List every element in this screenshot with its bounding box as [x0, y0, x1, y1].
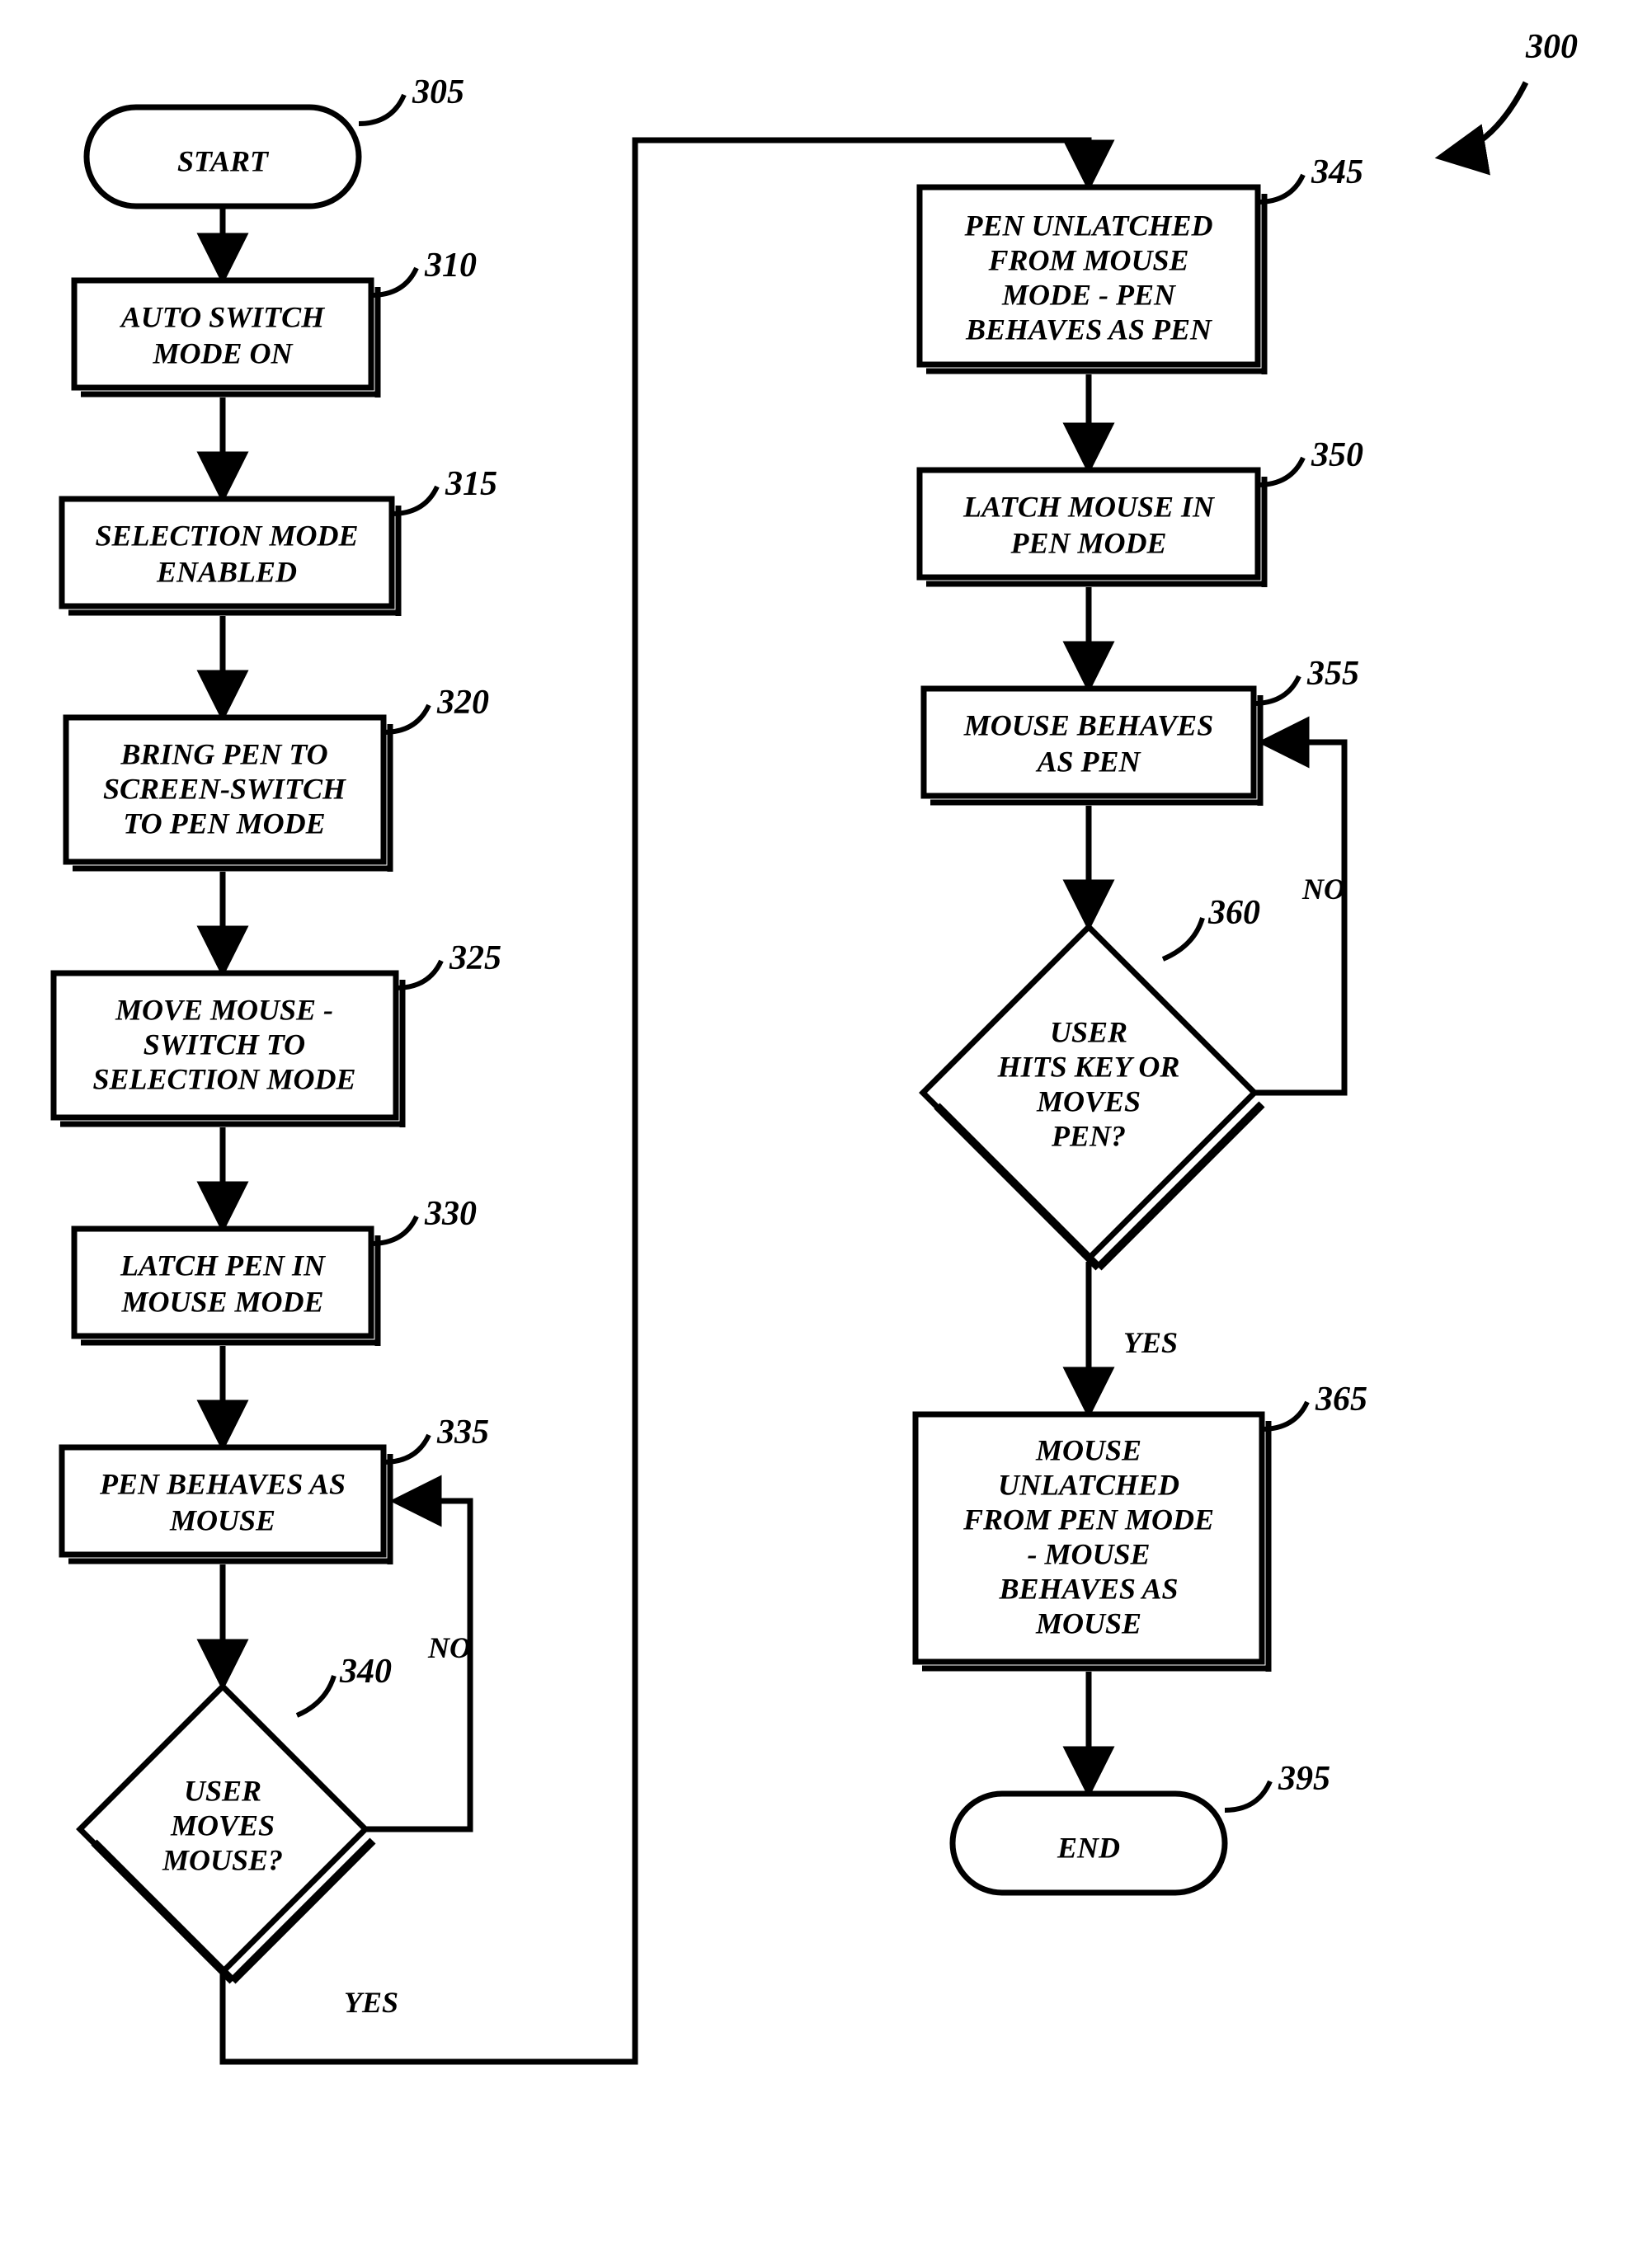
node-start: START 305 [87, 73, 464, 206]
ref-330: 330 [424, 1195, 477, 1233]
node-365: MOUSE UNLATCHED FROM PEN MODE - MOUSE BE… [915, 1381, 1367, 1672]
label-365-4: BEHAVES AS [998, 1572, 1178, 1605]
label-365-1: UNLATCHED [998, 1468, 1179, 1501]
label-355-1: AS PEN [1035, 745, 1141, 778]
ref-360: 360 [1207, 894, 1260, 932]
label-365-2: FROM PEN MODE [962, 1503, 1214, 1536]
node-345: PEN UNLATCHED FROM MOUSE MODE - PEN BEHA… [920, 153, 1363, 374]
node-320: BRING PEN TO SCREEN-SWITCH TO PEN MODE 3… [66, 684, 489, 872]
label-345-2: MODE - PEN [1001, 278, 1177, 311]
label-315-1: ENABLED [156, 555, 297, 588]
edge-yes-340: YES [344, 1986, 398, 2019]
label-320-1: SCREEN-SWITCH [103, 772, 346, 805]
label-355-0: MOUSE BEHAVES [963, 708, 1213, 741]
label-340-1: MOVES [170, 1809, 275, 1842]
label-320-2: TO PEN MODE [123, 807, 325, 840]
label-350-0: LATCH MOUSE IN [962, 490, 1216, 523]
edge-no-340: NO [427, 1631, 471, 1664]
ref-305: 305 [412, 73, 464, 111]
label-340-2: MOUSE? [162, 1843, 283, 1876]
label-335-1: MOUSE [169, 1503, 275, 1536]
label-330-1: MOUSE MODE [120, 1285, 323, 1318]
label-305: START [177, 144, 270, 177]
ref-320: 320 [436, 684, 489, 722]
node-360-decision: USER HITS KEY OR MOVES PEN? 360 [923, 894, 1262, 1268]
label-325-2: SELECTION MODE [92, 1062, 355, 1095]
node-325: MOVE MOUSE - SWITCH TO SELECTION MODE 32… [54, 939, 501, 1127]
figure-ref-arrow: 300 [1443, 28, 1578, 157]
label-360-1: HITS KEY OR [997, 1050, 1180, 1083]
label-320-0: BRING PEN TO [120, 737, 327, 770]
ref-335: 335 [436, 1414, 489, 1451]
label-360-0: USER [1050, 1015, 1127, 1048]
node-310: AUTO SWITCH MODE ON 310 [74, 247, 477, 398]
label-330-0: LATCH PEN IN [120, 1249, 327, 1282]
ref-345: 345 [1311, 153, 1363, 191]
node-340-decision: USER MOVES MOUSE? 340 [80, 1653, 392, 1981]
node-350: LATCH MOUSE IN PEN MODE 350 [920, 436, 1363, 587]
node-end: END 395 [953, 1760, 1330, 1893]
label-350-1: PEN MODE [1010, 526, 1166, 559]
ref-365: 365 [1315, 1381, 1367, 1418]
label-360-2: MOVES [1036, 1084, 1141, 1117]
edge-360-yes: YES [1089, 1262, 1178, 1410]
node-315: SELECTION MODE ENABLED 315 [62, 465, 497, 616]
ref-350: 350 [1311, 436, 1363, 474]
label-360-3: PEN? [1051, 1119, 1126, 1152]
ref-355: 355 [1306, 655, 1359, 693]
label-340-0: USER [184, 1774, 261, 1807]
ref-315: 315 [445, 465, 497, 503]
label-335-0: PEN BEHAVES AS [99, 1467, 346, 1500]
label-310-0: AUTO SWITCH [120, 300, 325, 333]
label-310-1: MODE ON [152, 336, 294, 369]
ref-310: 310 [424, 247, 477, 285]
label-315-0: SELECTION MODE [95, 519, 358, 552]
label-345-0: PEN UNLATCHED [963, 209, 1212, 242]
label-325-1: SWITCH TO [144, 1028, 305, 1061]
ref-325: 325 [449, 939, 501, 977]
ref-395: 395 [1278, 1760, 1330, 1798]
ref-340: 340 [339, 1653, 392, 1691]
label-325-0: MOVE MOUSE - [115, 993, 333, 1026]
node-330: LATCH PEN IN MOUSE MODE 330 [74, 1195, 477, 1346]
label-365-0: MOUSE [1035, 1433, 1141, 1466]
label-345-3: BEHAVES AS PEN [965, 313, 1213, 346]
figure-ref-300: 300 [1525, 28, 1578, 66]
label-365-3: - MOUSE [1027, 1537, 1150, 1570]
edge-yes-360: YES [1123, 1326, 1178, 1359]
node-355: MOUSE BEHAVES AS PEN 355 [924, 655, 1359, 806]
label-345-1: FROM MOUSE [987, 243, 1188, 276]
edge-360-no: NO [1254, 742, 1345, 1093]
label-395: END [1057, 1831, 1120, 1864]
flowchart-diagram: 300 START 305 AUTO SWITCH MODE ON 310 SE… [0, 0, 1652, 2244]
label-365-5: MOUSE [1035, 1607, 1141, 1639]
node-335: PEN BEHAVES AS MOUSE 335 [62, 1414, 489, 1564]
edge-no-360: NO [1301, 873, 1345, 906]
